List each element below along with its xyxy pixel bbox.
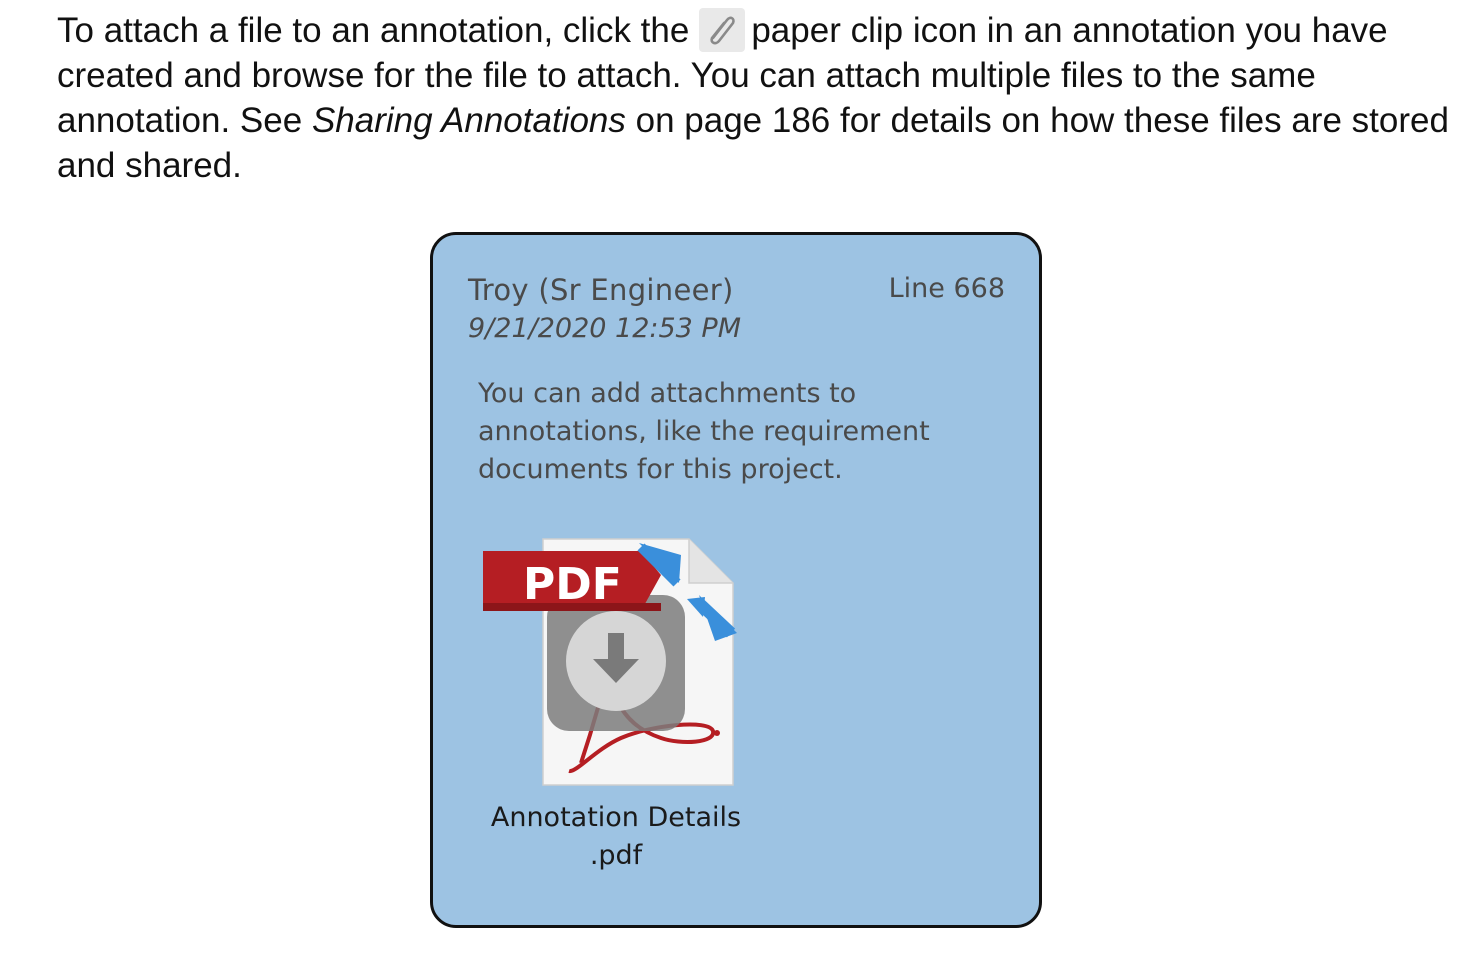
pdf-badge-text: PDF — [523, 559, 622, 610]
annotation-timestamp: 9/21/2020 12:53 PM — [468, 313, 741, 344]
attachment-item[interactable]: PDF Annotation Details .pdf — [481, 533, 751, 873]
instruction-paragraph: To attach a file to an annotation, click… — [57, 8, 1457, 188]
attachment-filename-line-2: .pdf — [589, 840, 643, 871]
annotation-card: Troy (Sr Engineer) Line 668 9/21/2020 12… — [430, 232, 1042, 928]
attachment-filename[interactable]: Annotation Details .pdf — [481, 799, 751, 875]
annotation-author: Troy (Sr Engineer) — [468, 273, 734, 307]
attachment-filename-line-1: Annotation Details — [490, 802, 742, 833]
annotation-body: You can add attachments to annotations, … — [478, 378, 930, 485]
sharing-annotations-reference: Sharing Annotations — [311, 101, 626, 140]
paragraph-text-1: To attach a file to an annotation, click… — [57, 11, 690, 50]
pdf-file-icon[interactable]: PDF — [481, 533, 751, 793]
annotation-line-reference[interactable]: Line 668 — [889, 273, 1005, 304]
paperclip-icon — [699, 8, 746, 52]
